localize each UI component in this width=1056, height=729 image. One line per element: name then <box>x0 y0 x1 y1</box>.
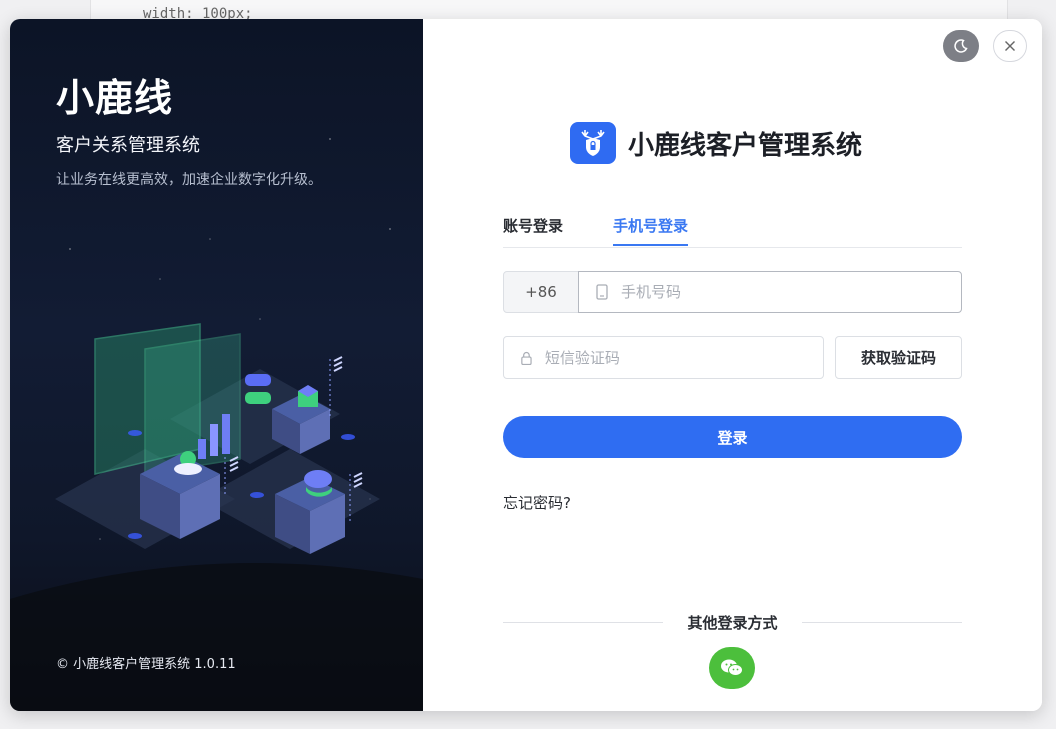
copyright-text: © 小鹿线客户管理系统 1.0.11 <box>56 657 236 672</box>
brand-subtitle: 客户关系管理系统 <box>56 135 200 156</box>
close-button[interactable] <box>993 30 1027 62</box>
get-code-button[interactable]: 获取验证码 <box>835 336 962 379</box>
phone-input[interactable] <box>619 282 923 302</box>
close-icon <box>1005 41 1015 51</box>
phone-icon <box>596 284 608 300</box>
app-header: 小鹿线客户管理系统 <box>570 122 862 164</box>
other-login-label: 其他登录方式 <box>687 614 778 632</box>
forgot-password-link[interactable]: 忘记密码? <box>503 492 571 513</box>
phone-field-group: +86 <box>503 271 962 313</box>
left-panel: 小鹿线 客户关系管理系统 让业务在线更高效，加速企业数字化升级。 © 小鹿线客户… <box>10 19 423 711</box>
brand-slogan: 让业务在线更高效，加速企业数字化升级。 <box>56 172 322 188</box>
sms-code-input[interactable] <box>542 347 823 368</box>
deer-shield-icon <box>581 130 605 156</box>
wechat-login-button[interactable] <box>709 647 755 689</box>
moon-icon <box>954 39 968 53</box>
tab-phone-login[interactable]: 手机号登录 <box>613 215 689 246</box>
sms-field-wrapper <box>503 336 824 379</box>
phone-input-wrapper <box>578 271 962 313</box>
app-logo <box>570 122 616 164</box>
country-code-prefix[interactable]: +86 <box>503 271 579 313</box>
lock-icon <box>521 351 532 365</box>
tab-account-login[interactable]: 账号登录 <box>503 215 563 244</box>
right-panel: 小鹿线客户管理系统 账号登录 手机号登录 +86 获取验证码 登录 <box>423 19 1042 711</box>
wechat-icon <box>721 659 743 676</box>
login-tabs: 账号登录 手机号登录 <box>503 215 962 248</box>
theme-toggle-button[interactable] <box>943 30 979 62</box>
login-button[interactable]: 登录 <box>503 416 962 458</box>
data-illustration <box>55 323 380 554</box>
other-login-divider: 其他登录方式 <box>503 612 962 634</box>
login-window: 小鹿线 客户关系管理系统 让业务在线更高效，加速企业数字化升级。 © 小鹿线客户… <box>10 19 1042 711</box>
brand-title: 小鹿线 <box>56 76 174 120</box>
app-title: 小鹿线客户管理系统 <box>628 130 863 161</box>
